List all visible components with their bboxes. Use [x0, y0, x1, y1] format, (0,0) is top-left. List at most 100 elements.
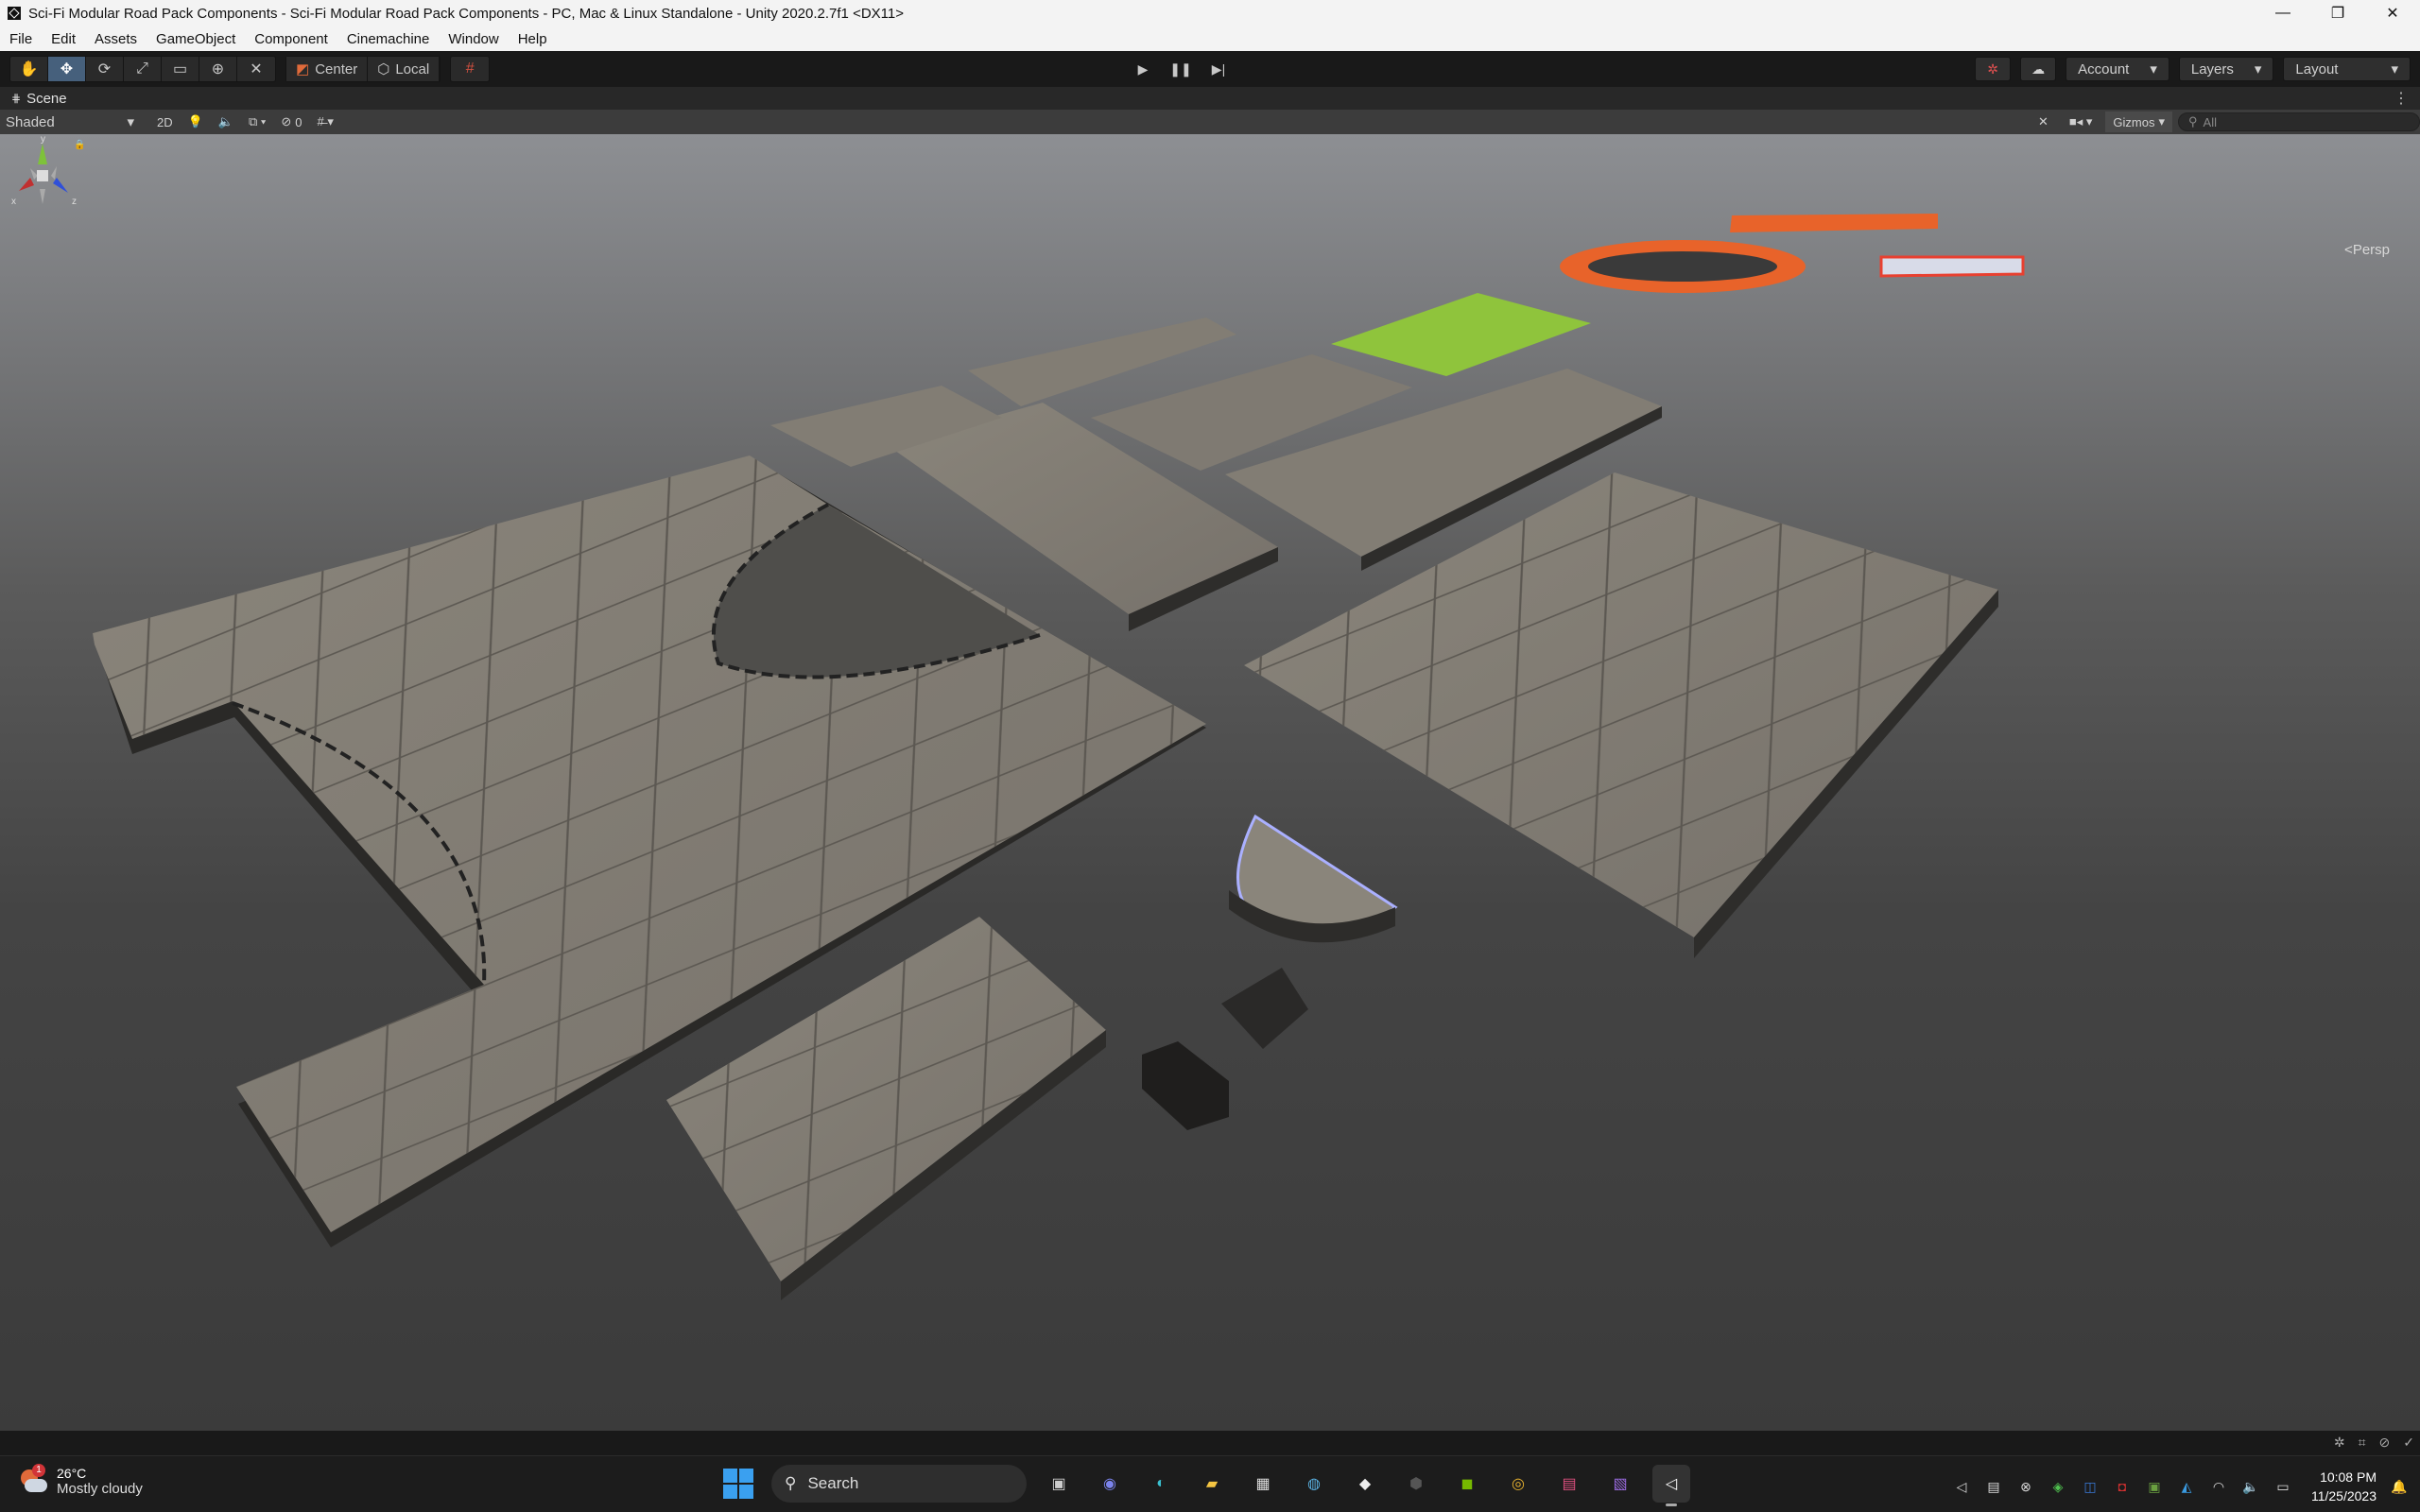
- lighting-toggle-icon[interactable]: 💡: [181, 112, 211, 132]
- razer-tray-icon[interactable]: ◈: [2048, 1477, 2067, 1496]
- menu-assets[interactable]: Assets: [85, 31, 147, 47]
- camera-icon[interactable]: ■◂ ▾: [2062, 112, 2100, 132]
- projection-label: Persp: [2352, 242, 2390, 258]
- race-track-piece[interactable]: [1560, 214, 2025, 293]
- move-tool-icon[interactable]: ✥: [48, 57, 86, 81]
- gizmo-x-label: x: [11, 197, 16, 207]
- toggle-2d-button[interactable]: 2D: [149, 112, 181, 132]
- scene-tab-bar: ⋕ Scene ⋮: [0, 87, 2420, 110]
- menu-window[interactable]: Window: [439, 31, 508, 47]
- menu-edit[interactable]: Edit: [42, 31, 85, 47]
- dark-block-box[interactable]: [1142, 1041, 1229, 1130]
- taskbar-search-label: Search: [807, 1474, 859, 1492]
- notification-bell-icon[interactable]: 🔔: [2390, 1477, 2409, 1496]
- chevron-down-icon: ▾: [2150, 61, 2157, 77]
- clock[interactable]: 10:08 PM 11/25/2023: [2311, 1468, 2377, 1505]
- chrome-icon[interactable]: ◎: [1499, 1465, 1537, 1503]
- check-icon[interactable]: ✓: [2403, 1435, 2414, 1451]
- alienware-icon[interactable]: ◆: [1346, 1465, 1384, 1503]
- tab-scene[interactable]: ⋕ Scene: [0, 91, 67, 107]
- audio-toggle-icon[interactable]: 🔈: [211, 112, 241, 132]
- more-options-icon[interactable]: ⋮: [2394, 89, 2409, 108]
- nvidia-icon[interactable]: ◼: [1448, 1465, 1486, 1503]
- store-icon[interactable]: ▦: [1244, 1465, 1282, 1503]
- close-button[interactable]: ✕: [2365, 0, 2420, 26]
- shading-mode-dropdown[interactable]: Shaded ▾: [0, 112, 140, 132]
- tools-icon[interactable]: ✕: [2031, 112, 2056, 132]
- wifi-icon[interactable]: ◠: [2209, 1477, 2228, 1496]
- search-placeholder: All: [2203, 114, 2217, 129]
- layout-dropdown[interactable]: Layout ▾: [2283, 57, 2411, 81]
- weather-widget[interactable]: 1 26°C Mostly cloudy: [19, 1463, 143, 1497]
- green-tray-icon[interactable]: ▣: [2145, 1477, 2164, 1496]
- pause-icon[interactable]: ❚❚: [1162, 57, 1200, 81]
- cloud-icon[interactable]: ☁: [2020, 57, 2057, 81]
- clapper-app-icon[interactable]: ▧: [1601, 1465, 1639, 1503]
- menu-help[interactable]: Help: [509, 31, 557, 47]
- scene-render: [93, 214, 2025, 1300]
- lock-icon[interactable]: 🔒: [74, 139, 85, 150]
- dark-block-small[interactable]: [1221, 968, 1308, 1049]
- mcafee-tray-icon[interactable]: ◘: [2113, 1477, 2132, 1496]
- scene-search-input[interactable]: ⚲ All: [2178, 112, 2420, 131]
- unity-taskbar-icon[interactable]: ◁: [1652, 1465, 1690, 1506]
- chevron-down-icon: ▾: [2254, 61, 2262, 77]
- pivot-mode-button[interactable]: ◩ Center: [286, 57, 369, 81]
- transform-tools: ✋ ✥ ⟳ ⤢ ▭ ⊕ ✕: [9, 56, 276, 82]
- scale-tool-icon[interactable]: ⤢: [124, 57, 162, 81]
- menu-component[interactable]: Component: [245, 31, 337, 47]
- scene-view-toolbar: Shaded ▾ 2D 💡 🔈 ⧉ ▾ ⊘ 0 #̶ ▾ ✕ ■◂ ▾ Gizm…: [0, 110, 2420, 134]
- rotate-tool-icon[interactable]: ⟳: [86, 57, 124, 81]
- task-view-icon[interactable]: ▣: [1040, 1465, 1078, 1503]
- volume-icon[interactable]: 🔈: [2241, 1477, 2260, 1496]
- menu-file[interactable]: File: [0, 31, 42, 47]
- grass-tile[interactable]: [1331, 293, 1591, 376]
- minimize-button[interactable]: —: [2256, 0, 2310, 26]
- maximize-button[interactable]: ❐: [2310, 0, 2365, 26]
- pivot-rotation-button[interactable]: ⬡ Local: [368, 57, 441, 81]
- play-icon[interactable]: ▶: [1124, 57, 1162, 81]
- projection-toggle[interactable]: <Persp: [2344, 242, 2390, 258]
- grid-snap-icon[interactable]: #: [451, 57, 489, 81]
- account-dropdown[interactable]: Account ▾: [2066, 57, 2169, 81]
- edge-icon[interactable]: ◐: [1142, 1465, 1180, 1503]
- hand-tool-icon[interactable]: ✋: [10, 57, 48, 81]
- road-intersection-piece[interactable]: [93, 455, 1206, 1247]
- layers-dropdown[interactable]: Layers ▾: [2178, 57, 2274, 81]
- gc-icon[interactable]: ⊘: [2379, 1435, 2391, 1451]
- file-explorer-icon[interactable]: ▰: [1193, 1465, 1231, 1503]
- hidden-objects-toggle[interactable]: ⊘ 0: [273, 112, 309, 132]
- scene-viewport[interactable]: y x z 🔒 <Persp: [0, 134, 2420, 1431]
- layers-label: Layers: [2190, 60, 2234, 77]
- chat-icon[interactable]: ◉: [1091, 1465, 1129, 1503]
- network-icon[interactable]: ⌗: [2359, 1435, 2366, 1451]
- grid-visibility-icon[interactable]: #̶ ▾: [310, 112, 341, 132]
- unity-hub-tray-icon[interactable]: ◁: [1952, 1477, 1971, 1496]
- step-icon[interactable]: ▶|: [1200, 57, 1237, 81]
- outlook-tray-icon[interactable]: ◫: [2081, 1477, 2100, 1496]
- globe-app-icon[interactable]: ◍: [1295, 1465, 1333, 1503]
- menu-gameobject[interactable]: GameObject: [147, 31, 245, 47]
- windows-start-icon[interactable]: [718, 1464, 758, 1503]
- defender-tray-icon[interactable]: ◭: [2177, 1477, 2196, 1496]
- scene-tab-label: Scene: [26, 90, 67, 107]
- rect-tool-icon[interactable]: ▭: [162, 57, 199, 81]
- keyboard-tray-icon[interactable]: ▤: [1984, 1477, 2003, 1496]
- dark-app-icon[interactable]: ⬢: [1397, 1465, 1435, 1503]
- semicircle-light-piece[interactable]: [1229, 814, 1398, 943]
- custom-tool-icon[interactable]: ✕: [237, 57, 275, 81]
- title-bar: Sci-Fi Modular Road Pack Components - Sc…: [0, 0, 2420, 26]
- shading-mode-label: Shaded: [6, 113, 55, 130]
- system-tray: ◁ ▤ ⊗ ◈ ◫ ◘ ▣ ◭ ◠ 🔈 ▭ 10:08 PM 11/25/202…: [1952, 1468, 2409, 1505]
- menu-cinemachine[interactable]: Cinemachine: [337, 31, 440, 47]
- gizmos-dropdown[interactable]: Gizmos ▾: [2105, 112, 2172, 132]
- taskbar-search[interactable]: ⚲ Search: [771, 1465, 1027, 1503]
- debug-icon[interactable]: ✲: [2334, 1435, 2345, 1451]
- collab-icon[interactable]: ✲: [1975, 57, 2012, 81]
- xbox-tray-icon[interactable]: ⊗: [2016, 1477, 2035, 1496]
- orientation-gizmo[interactable]: y x z 🔒: [0, 134, 85, 229]
- effects-toggle-icon[interactable]: ⧉ ▾: [241, 112, 273, 132]
- transform-tool-icon[interactable]: ⊕: [199, 57, 237, 81]
- battery-icon[interactable]: ▭: [2273, 1477, 2292, 1496]
- settings-app-icon[interactable]: ▤: [1550, 1465, 1588, 1503]
